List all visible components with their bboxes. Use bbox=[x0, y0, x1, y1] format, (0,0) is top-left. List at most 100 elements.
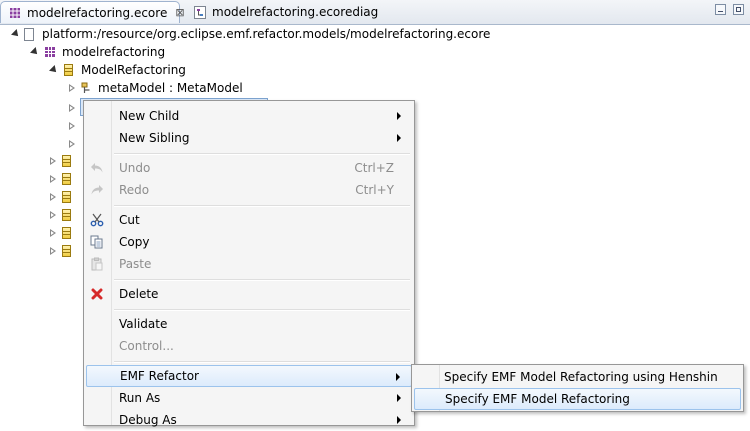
submenu-arrow-icon bbox=[397, 134, 401, 142]
submenu-arrow-icon bbox=[397, 394, 401, 402]
submenu-item-henshin[interactable]: Specify EMF Model Refactoring using Hens… bbox=[414, 366, 741, 388]
menu-item-label: Redo bbox=[119, 183, 150, 197]
eclass-icon bbox=[62, 191, 71, 203]
editor-tab-bar: modelrefactoring.ecore ⊠ modelrefactorin… bbox=[0, 0, 750, 25]
collapse-arrow-icon[interactable] bbox=[69, 139, 75, 149]
copy-icon bbox=[86, 231, 108, 253]
collapse-arrow-icon[interactable] bbox=[69, 83, 75, 93]
delete-icon bbox=[86, 283, 108, 305]
tree-label: modelrefactoring bbox=[62, 45, 166, 59]
minimize-button[interactable] bbox=[715, 4, 726, 15]
tree-row-collapsed[interactable] bbox=[69, 99, 75, 117]
shortcut-label: Ctrl+Y bbox=[355, 183, 394, 197]
menu-item-undo[interactable]: Undo Ctrl+Z bbox=[86, 157, 412, 179]
maximize-button[interactable] bbox=[733, 4, 744, 15]
shortcut-label: Ctrl+Z bbox=[354, 161, 394, 175]
tree-row-class[interactable] bbox=[50, 224, 79, 242]
collapse-arrow-icon[interactable] bbox=[50, 228, 56, 238]
eclass-icon bbox=[62, 209, 71, 221]
tab-label: modelrefactoring.ecore bbox=[27, 5, 168, 20]
menu-item-label: Undo bbox=[119, 161, 151, 175]
menu-item-label: Copy bbox=[119, 235, 150, 249]
collapse-arrow-icon[interactable] bbox=[50, 246, 56, 256]
menu-separator bbox=[114, 361, 410, 363]
submenu-arrow-icon bbox=[397, 112, 401, 120]
package-icon bbox=[45, 47, 55, 57]
menu-item-emf-refactor[interactable]: EMF Refactor bbox=[86, 365, 412, 387]
tree-row-reference[interactable]: metaModel : MetaModel bbox=[69, 79, 243, 97]
menu-separator bbox=[114, 309, 410, 311]
menu-separator bbox=[114, 153, 410, 155]
menu-item-copy[interactable]: Copy bbox=[86, 231, 412, 253]
menu-item-label: New Child bbox=[119, 109, 180, 123]
tab-label: modelrefactoring.ecorediag bbox=[212, 5, 379, 19]
tree-row-class[interactable] bbox=[50, 188, 79, 206]
menu-item-cut[interactable]: Cut bbox=[86, 209, 412, 231]
expand-arrow-icon[interactable] bbox=[11, 29, 21, 39]
expand-arrow-icon[interactable] bbox=[30, 47, 40, 57]
menu-item-run-as[interactable]: Run As bbox=[86, 387, 412, 409]
ecore-file-icon bbox=[9, 7, 21, 19]
tree-row-class[interactable] bbox=[50, 152, 79, 170]
scissors-icon bbox=[86, 209, 108, 231]
tree-row-class[interactable] bbox=[50, 206, 79, 224]
eclass-icon bbox=[62, 245, 71, 257]
submenu-arrow-icon bbox=[396, 373, 400, 381]
menu-item-control[interactable]: Control... bbox=[86, 335, 412, 357]
menu-item-label: Control... bbox=[119, 339, 174, 353]
menu-item-label: Cut bbox=[119, 213, 140, 227]
undo-icon bbox=[86, 157, 108, 179]
menu-item-redo[interactable]: Redo Ctrl+Y bbox=[86, 179, 412, 201]
tree-row-class[interactable]: ModelRefactoring bbox=[49, 61, 186, 79]
eclass-icon bbox=[62, 155, 71, 167]
tree-label: ModelRefactoring bbox=[81, 63, 186, 77]
menu-item-label: New Sibling bbox=[119, 131, 190, 145]
menu-item-label: EMF Refactor bbox=[120, 369, 199, 383]
context-menu: New Child New Sibling Undo Ctrl+Z Redo C… bbox=[83, 100, 415, 427]
file-icon bbox=[24, 27, 34, 41]
tab-modelrefactoring-ecore[interactable]: modelrefactoring.ecore ⊠ bbox=[0, 1, 185, 23]
eclass-icon bbox=[64, 64, 73, 76]
menu-item-new-sibling[interactable]: New Sibling bbox=[86, 127, 412, 149]
menu-item-label: Paste bbox=[119, 257, 152, 271]
tree-label: metaModel : MetaModel bbox=[98, 81, 243, 95]
menu-item-delete[interactable]: Delete bbox=[86, 283, 412, 305]
menu-item-new-child[interactable]: New Child bbox=[86, 105, 412, 127]
menu-item-paste[interactable]: Paste bbox=[86, 253, 412, 275]
eclass-icon bbox=[62, 227, 71, 239]
submenu-item-label: Specify EMF Model Refactoring bbox=[445, 392, 630, 406]
menu-item-label: Debug As bbox=[119, 413, 177, 427]
menu-separator bbox=[114, 279, 410, 281]
submenu-item-label: Specify EMF Model Refactoring using Hens… bbox=[444, 370, 718, 384]
menu-item-label: Validate bbox=[119, 317, 168, 331]
tab-modelrefactoring-ecorediag[interactable]: modelrefactoring.ecorediag bbox=[186, 1, 379, 23]
menu-item-debug-as[interactable]: Debug As bbox=[86, 409, 412, 431]
tree-row-class[interactable] bbox=[50, 170, 79, 188]
close-icon[interactable]: ⊠ bbox=[175, 6, 184, 19]
reference-icon bbox=[81, 82, 93, 94]
tree-row-collapsed[interactable] bbox=[69, 117, 75, 135]
submenu-item-specify-refactoring[interactable]: Specify EMF Model Refactoring bbox=[414, 388, 741, 410]
collapse-arrow-icon[interactable] bbox=[69, 103, 75, 113]
collapse-arrow-icon[interactable] bbox=[50, 210, 56, 220]
emf-refactor-submenu: Specify EMF Model Refactoring using Hens… bbox=[411, 364, 744, 412]
menu-item-label: Delete bbox=[119, 287, 159, 301]
submenu-arrow-icon bbox=[397, 416, 401, 424]
tree-label: platform:/resource/org.eclipse.emf.refac… bbox=[42, 27, 491, 41]
eclass-icon bbox=[62, 173, 71, 185]
tree-row-class[interactable] bbox=[50, 242, 79, 260]
diagram-file-icon bbox=[194, 6, 206, 19]
menu-separator bbox=[114, 205, 410, 207]
tree-row-resource[interactable]: platform:/resource/org.eclipse.emf.refac… bbox=[11, 25, 491, 43]
collapse-arrow-icon[interactable] bbox=[50, 192, 56, 202]
paste-icon bbox=[86, 253, 108, 275]
redo-icon bbox=[86, 179, 108, 201]
collapse-arrow-icon[interactable] bbox=[69, 121, 75, 131]
tree-row-collapsed[interactable] bbox=[69, 135, 75, 153]
expand-arrow-icon[interactable] bbox=[49, 65, 59, 75]
tree-row-package[interactable]: modelrefactoring bbox=[30, 43, 166, 61]
menu-item-label: Run As bbox=[119, 391, 161, 405]
collapse-arrow-icon[interactable] bbox=[50, 174, 56, 184]
collapse-arrow-icon[interactable] bbox=[50, 156, 56, 166]
menu-item-validate[interactable]: Validate bbox=[86, 313, 412, 335]
